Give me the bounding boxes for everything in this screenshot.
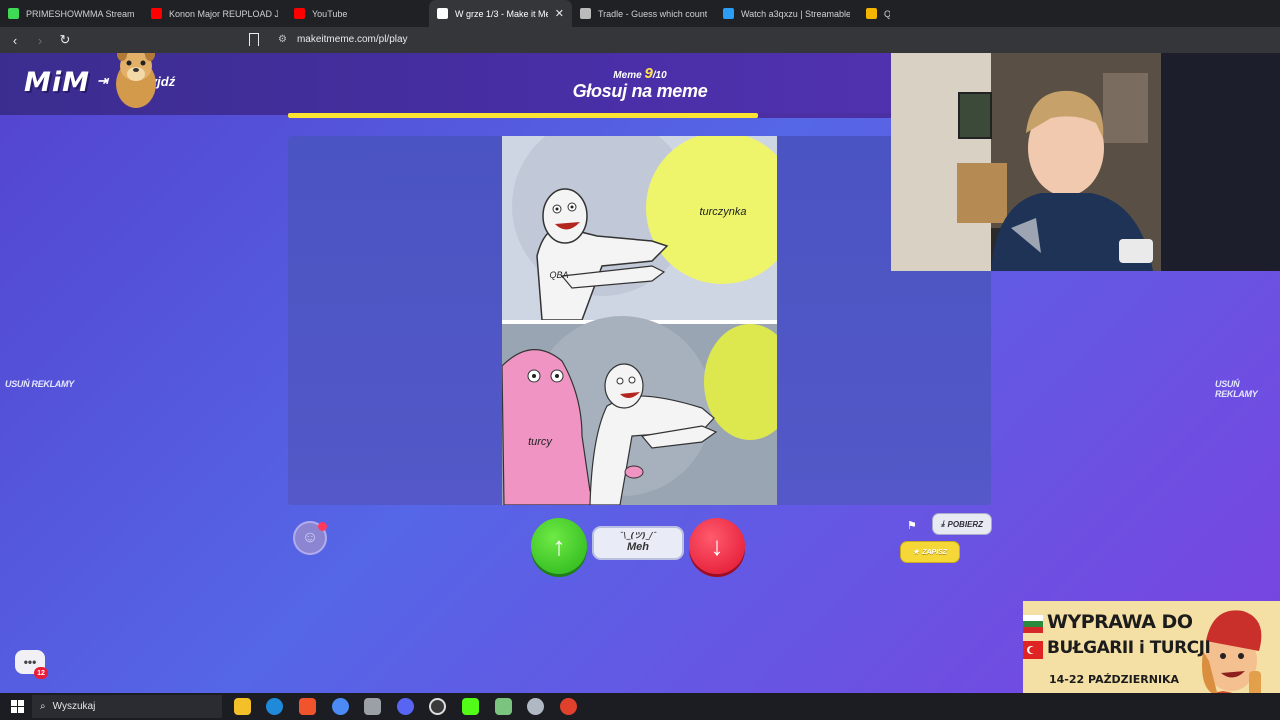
browser-tab[interactable]: Tradle - Guess which country e [572, 0, 715, 27]
game-page: MiM ⇥ Wyjdź Meme 9/10 Głosuj na meme USU… [0, 53, 1280, 693]
kick-app-icon[interactable] [462, 698, 479, 715]
shrug-emoticon: ¯\_(ツ)_/¯ [619, 531, 657, 540]
reload-icon[interactable]: ↻ [55, 30, 75, 50]
browser-tab-bar: PRIMESHOWMMA Stream - W Konon Major REUPL… [0, 0, 1280, 27]
round-progress-fill [288, 113, 759, 118]
chat-icon: ••• [23, 655, 37, 669]
app-icon-5[interactable] [364, 698, 381, 715]
browser-tab-label: Tradle - Guess which country e [598, 8, 707, 19]
file-explorer-icon[interactable] [234, 698, 251, 715]
travel-ad-banner[interactable]: WYPRAWA DO BUŁGARII i TURCJI 14-22 PAŹDZ… [1023, 601, 1280, 693]
meme-image: turczynka QBA turcy [502, 136, 777, 505]
browser-tab-label: PRIMESHOWMMA Stream - W [26, 8, 135, 19]
dog-mascot-image [116, 53, 156, 108]
close-tab-icon[interactable]: ✕ [555, 7, 564, 20]
smiley-icon: ☺ [301, 529, 319, 546]
meme-top-ball-label: turczynka [699, 206, 746, 218]
chrome-icon[interactable] [332, 698, 349, 715]
remove-ads-link-left[interactable]: USUŃ REKLAMY [5, 379, 74, 389]
obs-icon[interactable] [429, 698, 446, 715]
save-label: ZAPISZ [922, 548, 948, 556]
forward-icon[interactable]: › [30, 30, 50, 50]
meme-counter-label: Meme [613, 70, 642, 81]
meme-stage: turczynka QBA turcy [288, 136, 991, 505]
meme-bottom-pink-label: turcy [528, 436, 553, 448]
youtube-icon [151, 8, 162, 19]
browser-tab-label: Konon Major REUPLOAD JESTE [169, 8, 278, 19]
taskbar-search-placeholder: Wyszukaj [52, 701, 96, 712]
exit-icon: ⇥ [97, 73, 108, 88]
browser-tab-label: Qu [884, 8, 890, 19]
browser-tab[interactable]: Qu [858, 0, 898, 27]
chat-button[interactable]: ••• 12 [15, 650, 48, 679]
mim-icon [437, 8, 448, 19]
browser-address-bar: ‹ › ↻ ⚙ makeitmeme.com/pl/play [0, 27, 1280, 53]
discord-icon[interactable] [397, 698, 414, 715]
page-title: Głosuj na meme [572, 81, 708, 101]
browser-tab-label: Watch a3qxzu | Streamable [741, 8, 850, 19]
youtube-icon [294, 8, 305, 19]
meme-counter-current: 9 [644, 65, 653, 82]
notification-dot [318, 522, 327, 531]
bookmark-icon[interactable] [249, 33, 259, 46]
url-field[interactable]: ⚙ makeitmeme.com/pl/play [278, 34, 408, 45]
arrow-up-icon: ↑ [552, 530, 566, 561]
meme-counter-total: /10 [652, 70, 667, 81]
brave-icon[interactable] [299, 698, 316, 715]
meh-label: Meh [627, 541, 649, 553]
vote-up-button[interactable]: ↑ [531, 518, 587, 574]
arrow-down-icon: ↓ [710, 530, 724, 561]
download-label: POBIERZ [947, 519, 984, 529]
taskbar-search[interactable]: ⌕ Wyszukaj [32, 695, 222, 718]
browser-tab[interactable]: Konon Major REUPLOAD JESTE [143, 0, 286, 27]
loading-icon [580, 8, 591, 19]
webcam-overlay [891, 53, 1280, 271]
star-icon: ★ [912, 549, 920, 556]
search-icon: ⌕ [40, 701, 46, 712]
windows-taskbar: ⌕ Wyszukaj [0, 693, 1280, 720]
download-icon: ⤓ [940, 519, 945, 528]
edge-icon[interactable] [266, 698, 283, 715]
back-icon[interactable]: ‹ [5, 30, 25, 50]
question-icon [866, 8, 877, 19]
download-button[interactable]: ⤓ POBIERZ [932, 513, 992, 535]
browser-tab[interactable]: Watch a3qxzu | Streamable [715, 0, 858, 27]
windows-start-icon[interactable] [7, 697, 27, 717]
app-icon-11[interactable] [560, 698, 577, 715]
browser-tab-label: YouTube [312, 8, 348, 19]
vote-down-button[interactable]: ↓ [689, 518, 745, 574]
round-progress-bar [288, 113, 891, 118]
streamable-icon [723, 8, 734, 19]
browser-tab-label: W grze 1/3 - Make it Meme [455, 8, 548, 19]
mim-logo[interactable]: MiM [24, 67, 90, 98]
ad-headline-1: WYPRAWA DO [1047, 611, 1193, 633]
ad-headline-2: BUŁGARII i TURCJI [1047, 638, 1211, 658]
url-text: makeitmeme.com/pl/play [296, 34, 408, 45]
remove-ads-link-right[interactable]: USUŃ REKLAMY [1215, 379, 1280, 399]
emoji-reaction-button[interactable]: ☺ [293, 521, 327, 555]
chat-unread-badge: 12 [34, 667, 48, 679]
ad-dates: 14-22 PAŹDZIERNIKA [1049, 673, 1180, 686]
meme-top-person-label: QBA [549, 270, 568, 280]
site-info-icon[interactable]: ⚙ [278, 34, 287, 45]
app-icon-10[interactable] [527, 698, 544, 715]
meme-counter: Meme 9/10 [540, 65, 740, 82]
browser-tab[interactable]: YouTube [286, 0, 429, 27]
save-button[interactable]: ★ ZAPISZ [900, 541, 960, 563]
browser-tab[interactable]: W grze 1/3 - Make it Meme ✕ [429, 0, 572, 27]
vote-meh-button[interactable]: ¯\_(ツ)_/¯ Meh [592, 526, 684, 560]
browser-tab[interactable]: PRIMESHOWMMA Stream - W [0, 0, 143, 27]
app-icon-9[interactable] [495, 698, 512, 715]
report-flag-icon[interactable]: ⚑ [907, 519, 917, 532]
kick-icon [8, 8, 19, 19]
